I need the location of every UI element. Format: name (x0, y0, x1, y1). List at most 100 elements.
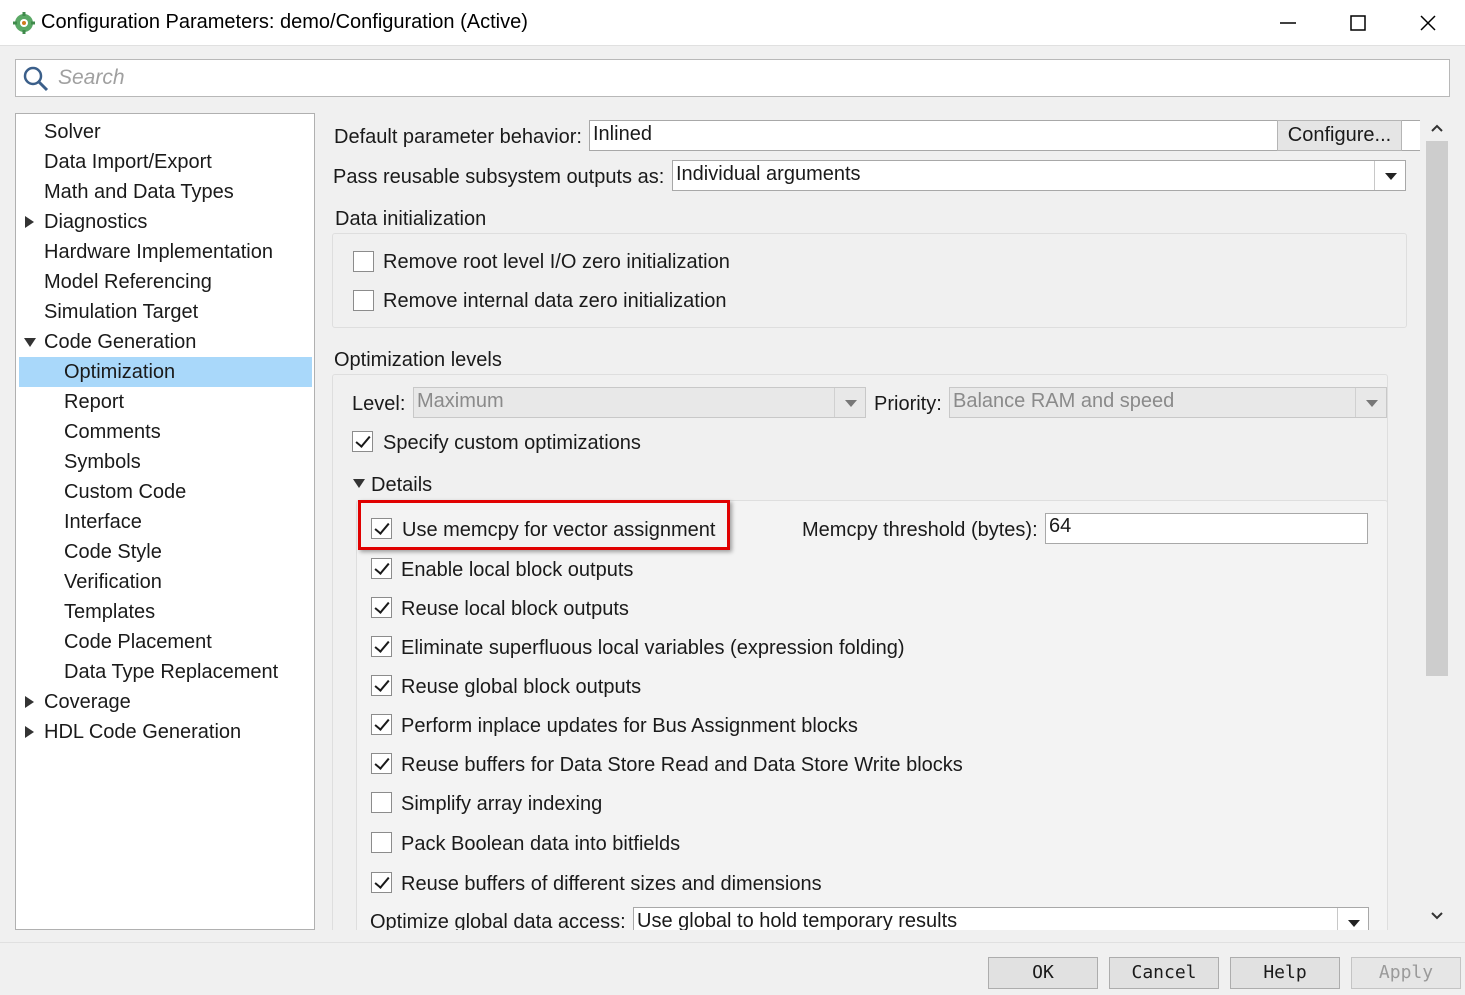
optimize-global-data-access-label: Optimize global data access: (370, 911, 626, 930)
tree-item-label: Data Type Replacement (64, 661, 279, 683)
simulink-app-icon (13, 12, 35, 34)
pass-reusable-outputs-dropdown[interactable]: Individual arguments (672, 160, 1406, 191)
tree-item-optimization[interactable]: Optimization (19, 357, 312, 387)
window-title: Configuration Parameters: demo/Configura… (41, 11, 528, 33)
ok-button[interactable]: OK (988, 957, 1098, 989)
vertical-scrollbar[interactable] (1424, 113, 1450, 930)
chevron-down-icon (834, 388, 865, 417)
checkbox-label: Remove internal data zero initialization (383, 290, 727, 312)
tree-item-code-style[interactable]: Code Style (19, 537, 312, 567)
tree-item-hardware-implementation[interactable]: Hardware Implementation (19, 237, 312, 267)
remove-internal-zero-init-checkbox[interactable] (353, 290, 374, 311)
tree-item-label: Symbols (64, 451, 141, 473)
scroll-thumb[interactable] (1426, 141, 1448, 676)
maximize-button[interactable] (1323, 0, 1393, 46)
chevron-up-icon (1431, 124, 1443, 132)
close-icon (1420, 15, 1436, 31)
category-tree: Solver Data Import/Export Math and Data Ty… (15, 113, 315, 930)
tree-item-templates[interactable]: Templates (19, 597, 312, 627)
tree-item-label: Optimization (64, 361, 176, 383)
reuse-local-block-outputs-checkbox[interactable] (371, 597, 392, 618)
tree-item-interface[interactable]: Interface (19, 507, 312, 537)
checkbox-label: Enable local block outputs (401, 559, 634, 581)
chevron-down-icon (1431, 912, 1443, 920)
title-bar: Configuration Parameters: demo/Configura… (0, 0, 1465, 46)
enable-local-block-outputs-checkbox[interactable] (371, 558, 392, 579)
memcpy-threshold-input[interactable]: 64 (1045, 513, 1368, 544)
close-button[interactable] (1393, 0, 1463, 46)
default-parameter-behavior-label: Default parameter behavior: (334, 126, 582, 148)
reuse-buffers-for-data-store-read-and-data-store-write-blocks-checkbox[interactable] (371, 753, 392, 774)
perform-inplace-updates-for-bus-assignment-blocks-checkbox[interactable] (371, 714, 392, 735)
data-initialization-heading: Data initialization (335, 208, 487, 230)
optimization-panel: Default parameter behavior: Inlined Conf… (320, 113, 1420, 930)
tree-item-model-referencing[interactable]: Model Referencing (19, 267, 312, 297)
configure-button[interactable]: Configure... (1277, 120, 1402, 151)
tree-item-symbols[interactable]: Symbols (19, 447, 312, 477)
data-initialization-group: Remove root level I/O zero initializatio… (332, 233, 1407, 328)
minimize-icon (1280, 22, 1296, 24)
tree-item-label: Report (64, 391, 125, 413)
tree-item-custom-code[interactable]: Custom Code (19, 477, 312, 507)
maximize-icon (1350, 15, 1366, 31)
tree-item-label: Simulation Target (44, 301, 199, 323)
tree-item-code-placement[interactable]: Code Placement (19, 627, 312, 657)
tree-item-comments[interactable]: Comments (19, 417, 312, 447)
reuse-buffers-of-different-sizes-and-dimensions-checkbox[interactable] (371, 872, 392, 893)
tree-item-solver[interactable]: Solver (19, 117, 312, 147)
tree-item-label: Coverage (44, 691, 131, 713)
minimize-button[interactable] (1253, 0, 1323, 46)
chevron-down-icon (1355, 388, 1386, 417)
tree-item-verification[interactable]: Verification (19, 567, 312, 597)
optimization-levels-heading: Optimization levels (334, 349, 502, 371)
reuse-global-block-outputs-checkbox[interactable] (371, 675, 392, 696)
optimize-global-data-access-dropdown[interactable]: Use global to hold temporary results (633, 907, 1369, 930)
expand-arrow-icon[interactable] (25, 216, 34, 228)
tree-item-label: Diagnostics (44, 211, 148, 233)
tree-item-code-generation[interactable]: Code Generation (19, 327, 312, 357)
specify-custom-optimizations-checkbox[interactable] (352, 431, 373, 452)
help-button[interactable]: Help (1230, 957, 1340, 989)
collapse-arrow-icon[interactable] (24, 338, 36, 347)
tree-item-report[interactable]: Report (19, 387, 312, 417)
tree-item-math-and-data-types[interactable]: Math and Data Types (19, 177, 312, 207)
priority-dropdown[interactable]: Balance RAM and speed (949, 387, 1387, 418)
tree-item-data-type-replacement[interactable]: Data Type Replacement (19, 657, 312, 687)
scroll-down-button[interactable] (1424, 903, 1450, 929)
tree-item-coverage[interactable]: Coverage (19, 687, 312, 717)
checkbox-label: Reuse buffers of different sizes and dim… (401, 873, 822, 895)
chevron-down-icon (1374, 161, 1405, 190)
eliminate-superfluous-local-variables-expression-folding-checkbox[interactable] (371, 636, 392, 657)
tree-item-label: Code Placement (64, 631, 212, 653)
dropdown-value: Inlined (593, 123, 652, 145)
details-expand-icon[interactable] (353, 479, 365, 488)
dropdown-value: Individual arguments (676, 163, 861, 185)
remove-root-io-zero-init-checkbox[interactable] (353, 251, 374, 272)
scroll-up-button[interactable] (1424, 115, 1450, 141)
search-bar (15, 59, 1450, 97)
checkbox-label: Reuse local block outputs (401, 598, 629, 620)
level-label: Level: (352, 393, 406, 415)
details-toggle-label[interactable]: Details (371, 474, 432, 497)
expand-arrow-icon[interactable] (25, 726, 34, 738)
tree-item-data-import-export[interactable]: Data Import/Export (19, 147, 312, 177)
apply-button[interactable]: Apply (1351, 957, 1461, 989)
level-dropdown[interactable]: Maximum (413, 387, 866, 418)
tree-item-simulation-target[interactable]: Simulation Target (19, 297, 312, 327)
tree-item-hdl-code-generation[interactable]: HDL Code Generation (19, 717, 312, 747)
search-icon (23, 66, 49, 92)
search-input[interactable] (56, 63, 1436, 93)
tree-item-label: Hardware Implementation (44, 241, 273, 263)
pack-boolean-data-into-bitfields-checkbox[interactable] (371, 832, 392, 853)
chevron-down-icon (1337, 908, 1368, 930)
checkbox-label: Reuse buffers for Data Store Read and Da… (401, 754, 963, 776)
expand-arrow-icon[interactable] (25, 696, 34, 708)
tree-item-diagnostics[interactable]: Diagnostics (19, 207, 312, 237)
checkbox-label: Simplify array indexing (401, 793, 603, 815)
cancel-button[interactable]: Cancel (1109, 957, 1219, 989)
tree-item-label: HDL Code Generation (44, 721, 242, 743)
simplify-array-indexing-checkbox[interactable] (371, 792, 392, 813)
tree-item-label: Code Style (64, 541, 162, 563)
tree-item-label: Templates (64, 601, 156, 623)
tree-item-label: Data Import/Export (44, 151, 212, 173)
